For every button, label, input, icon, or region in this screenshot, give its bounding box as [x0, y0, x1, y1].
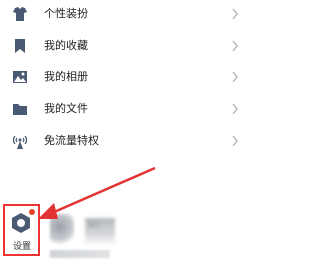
menu-item-label: 我的文件	[44, 102, 88, 115]
menu-item-label: 免流量特权	[44, 134, 99, 147]
bookmark-icon	[15, 39, 25, 53]
menu-item-free-data[interactable]: 免流量特权	[0, 127, 247, 157]
menu-item-label: 我的相册	[44, 70, 88, 83]
chevron-right-icon	[232, 8, 238, 20]
chevron-right-icon	[232, 40, 238, 52]
menu-item-files[interactable]: 我的文件	[0, 95, 247, 125]
blurred-icon[interactable]: 3G	[85, 218, 115, 246]
notification-badge	[29, 209, 35, 215]
settings-label: 设置	[12, 242, 31, 252]
menu-item-label: 个性装扮	[44, 7, 88, 20]
shirt-icon	[13, 7, 27, 21]
blurred-caption	[50, 250, 110, 258]
settings-icon[interactable]	[10, 212, 32, 234]
chevron-right-icon	[232, 71, 238, 83]
menu-item-favorites[interactable]: 我的收藏	[0, 32, 247, 62]
menu-item-decor[interactable]: 个性装扮	[0, 0, 247, 30]
folder-icon	[13, 104, 27, 115]
chevron-right-icon	[232, 103, 238, 115]
signal-tower-icon	[12, 135, 28, 149]
menu-item-label: 我的收藏	[44, 39, 88, 52]
image-icon	[13, 71, 27, 83]
chevron-right-icon	[232, 135, 238, 147]
menu-item-album[interactable]: 我的相册	[0, 63, 247, 93]
blurred-icon[interactable]	[50, 214, 74, 246]
blurred-label: 3G	[87, 221, 100, 231]
